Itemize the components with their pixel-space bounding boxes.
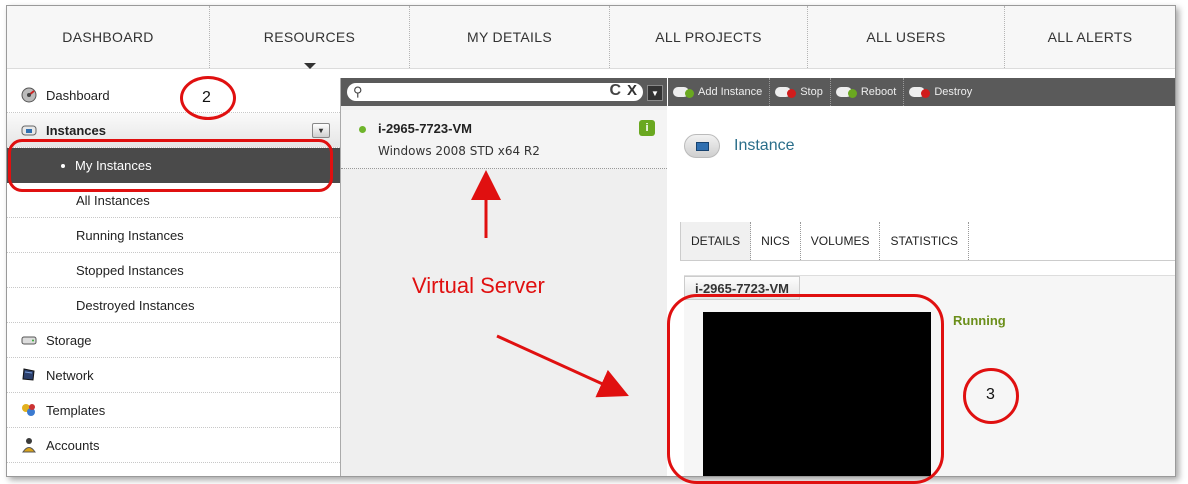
annotation-arrows <box>471 170 629 398</box>
arrow-to-console <box>496 334 629 398</box>
